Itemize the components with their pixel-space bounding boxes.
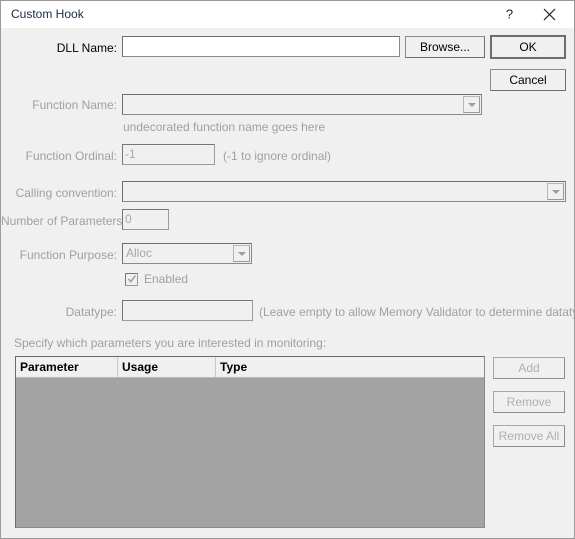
cancel-button[interactable]: Cancel <box>490 69 566 91</box>
remove-button[interactable]: Remove <box>493 391 565 413</box>
check-icon <box>127 274 137 283</box>
datatype-hint: (Leave empty to allow Memory Validator t… <box>259 305 575 319</box>
parameters-listview[interactable]: Parameter Usage Type <box>15 356 485 528</box>
function-name-combo[interactable] <box>122 94 482 115</box>
help-icon[interactable]: ? <box>492 1 526 27</box>
chevron-down-icon[interactable] <box>547 183 564 200</box>
listview-header: Parameter Usage Type <box>16 357 484 378</box>
custom-hook-dialog: Custom Hook ? DLL Name: Browse... OK Can… <box>0 0 575 539</box>
enabled-checkbox[interactable]: Enabled <box>125 272 188 286</box>
calling-convention-label: Calling convention: <box>15 186 117 200</box>
number-of-parameters-label: Number of Parameters: <box>1 214 126 228</box>
listview-body[interactable] <box>16 378 484 527</box>
ok-button[interactable]: OK <box>490 35 566 59</box>
titlebar: Custom Hook ? <box>1 1 574 29</box>
function-ordinal-input[interactable]: -1 <box>122 144 215 165</box>
close-icon[interactable] <box>532 1 566 27</box>
column-header-type[interactable]: Type <box>216 357 484 377</box>
function-ordinal-hint: (-1 to ignore ordinal) <box>223 149 332 163</box>
function-name-hint: undecorated function name goes here <box>123 120 326 134</box>
svg-text:?: ? <box>505 7 512 22</box>
checkbox-box[interactable] <box>125 272 138 286</box>
dll-name-label: DLL Name: <box>56 41 117 55</box>
function-purpose-value: Alloc <box>126 246 153 260</box>
column-header-parameter[interactable]: Parameter <box>16 357 118 377</box>
dll-name-input[interactable] <box>122 36 400 57</box>
datatype-input[interactable] <box>122 300 253 321</box>
enabled-checkbox-label: Enabled <box>144 272 189 286</box>
calling-convention-combo[interactable] <box>122 181 566 202</box>
function-purpose-label: Function Purpose: <box>19 248 117 262</box>
function-purpose-combo[interactable]: Alloc <box>122 243 252 264</box>
parameters-instruction: Specify which parameters you are interes… <box>14 336 327 350</box>
chevron-down-icon[interactable] <box>463 96 480 113</box>
number-of-parameters-input[interactable]: 0 <box>122 209 169 230</box>
remove-all-button[interactable]: Remove All <box>493 425 565 447</box>
function-name-label: Function Name: <box>32 98 117 112</box>
dialog-client-area: DLL Name: Browse... OK Cancel Function N… <box>1 28 574 538</box>
add-button[interactable]: Add <box>493 357 565 379</box>
function-ordinal-label: Function Ordinal: <box>25 149 117 163</box>
window-title: Custom Hook <box>11 7 84 21</box>
datatype-label: Datatype: <box>65 305 117 319</box>
column-header-usage[interactable]: Usage <box>118 357 216 377</box>
chevron-down-icon[interactable] <box>233 245 250 262</box>
browse-button[interactable]: Browse... <box>405 36 485 58</box>
